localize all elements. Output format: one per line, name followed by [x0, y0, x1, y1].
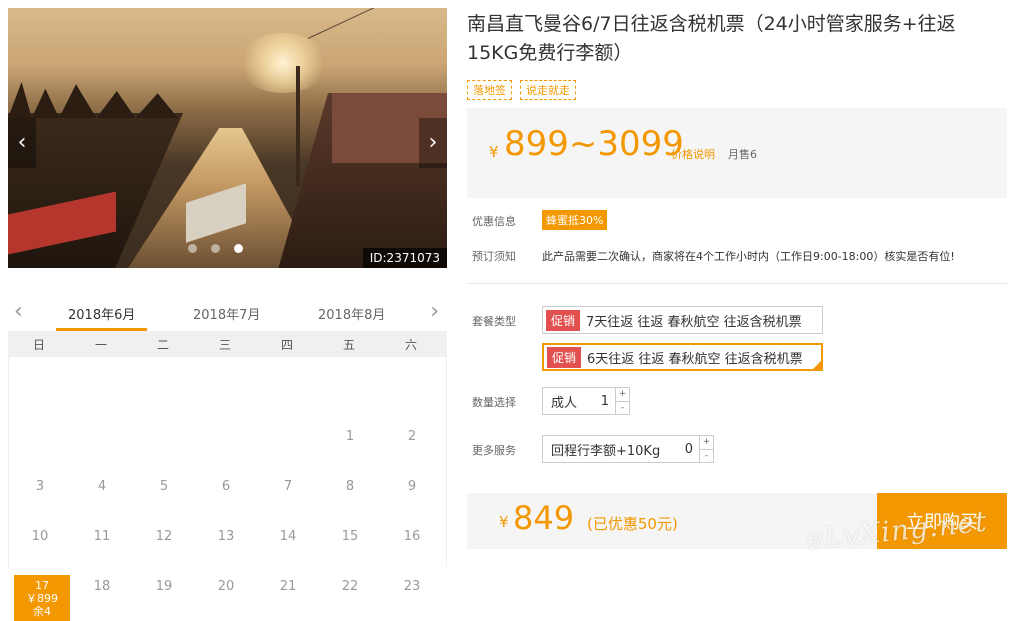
product-photo[interactable]: ‹ › ID:2371073	[8, 8, 447, 268]
service-minus-button[interactable]: -	[700, 448, 713, 463]
package-name: 7天往返 往返 春秋航空 往返含税机票	[586, 314, 802, 330]
service-value[interactable]: 0	[685, 442, 699, 457]
selected-day-stock: 余4	[33, 605, 51, 618]
notice-label: 预订须知	[472, 250, 516, 263]
total-currency: ¥	[499, 513, 509, 531]
calendar-month-tab[interactable]: 2018年8月	[318, 304, 385, 323]
quantity-item: 成人	[551, 395, 578, 411]
quantity-minus-button[interactable]: -	[616, 400, 629, 415]
services-label: 更多服务	[472, 444, 516, 457]
notice-text: 此产品需要二次确认，商家将在4个工作小时内（工作日9:00-18:00）核实是否…	[542, 250, 955, 263]
price-panel: ¥ 899~3099 价格说明 月售6	[467, 108, 1007, 198]
package-name: 6天往返 往返 春秋航空 往返含税机票	[587, 351, 803, 367]
gallery-dot[interactable]	[211, 244, 220, 253]
discount-badge: 蜂蜜抵30%	[542, 210, 608, 230]
date-calendar: ‹ 2018年6月 2018年7月 2018年8月 › 日 一 二 三 四 五 …	[8, 295, 447, 621]
calendar-day[interactable]: 6	[195, 479, 257, 494]
tag-go-now[interactable]: 说走就走	[520, 80, 576, 100]
weekday: 二	[156, 337, 169, 352]
service-item: 回程行李额+10Kg	[551, 443, 661, 459]
gallery-prev-icon[interactable]: ‹	[8, 118, 36, 168]
weekday: 五	[342, 337, 355, 352]
calendar-day[interactable]: 5	[133, 479, 195, 494]
calendar-day[interactable]: 21	[257, 579, 319, 594]
gallery-next-icon[interactable]: ›	[419, 118, 447, 168]
photo-sun	[238, 33, 328, 93]
calendar-month-tab[interactable]: 2018年7月	[193, 304, 260, 323]
active-month-indicator	[56, 328, 147, 331]
quantity-plus-button[interactable]: +	[616, 388, 629, 401]
service-buttons: + -	[699, 436, 713, 462]
calendar-header: ‹ 2018年6月 2018年7月 2018年8月 ›	[8, 295, 447, 331]
selected-day-number: 17	[35, 579, 49, 592]
calendar-prev-icon[interactable]: ‹	[14, 299, 23, 324]
photo-roofs	[8, 82, 178, 118]
calendar-day-selected[interactable]: 17 ￥899 余4	[14, 575, 70, 621]
calendar-day[interactable]: 11	[71, 529, 133, 544]
calendar-day[interactable]: 7	[257, 479, 319, 494]
weekday: 六	[404, 337, 417, 352]
calendar-day[interactable]: 22	[319, 579, 381, 594]
calendar-day[interactable]: 1	[319, 429, 381, 444]
calendar-day[interactable]: 4	[71, 479, 133, 494]
package-option[interactable]: 促销 7天往返 往返 春秋航空 往返含税机票	[542, 306, 823, 334]
selected-check-icon	[813, 361, 821, 369]
calendar-day[interactable]: 14	[257, 529, 319, 544]
weekday: 三	[218, 337, 231, 352]
photo-id: ID:2371073	[362, 248, 447, 268]
calendar-next-icon[interactable]: ›	[430, 299, 439, 324]
calendar-day[interactable]: 3	[9, 479, 71, 494]
calendar-day[interactable]: 23	[381, 579, 443, 594]
photo-pole	[296, 66, 300, 186]
photo-wire	[307, 8, 445, 39]
service-plus-button[interactable]: +	[700, 436, 713, 449]
calendar-day[interactable]: 15	[319, 529, 381, 544]
gallery-dot[interactable]	[188, 244, 197, 253]
quantity-buttons: + -	[615, 388, 629, 414]
tag-visa-on-arrival[interactable]: 落地签	[467, 80, 512, 100]
product-tags: 落地签 说走就走	[467, 80, 576, 100]
monthly-sales: 月售6	[728, 148, 757, 161]
calendar-day[interactable]: 13	[195, 529, 257, 544]
total-saved: (已优惠50元)	[587, 515, 678, 533]
section-divider	[467, 283, 1007, 284]
total-price: 849	[513, 499, 575, 537]
price-currency: ¥	[489, 143, 499, 161]
calendar-day[interactable]: 20	[195, 579, 257, 594]
quantity-label: 数量选择	[472, 396, 516, 409]
calendar-day[interactable]: 8	[319, 479, 381, 494]
price-explain-link[interactable]: 价格说明	[671, 146, 715, 162]
services-stepper: 回程行李额+10Kg 0 + -	[542, 435, 714, 463]
calendar-day[interactable]: 18	[71, 579, 133, 594]
calendar-days: 1 2 3 4 5 6 7 8 9 10 11 12 13 14 15 16 1…	[8, 357, 447, 621]
calendar-day[interactable]: 10	[9, 529, 71, 544]
quantity-value[interactable]: 1	[601, 394, 615, 409]
weekday: 一	[94, 337, 107, 352]
selected-day-price: ￥899	[26, 592, 58, 605]
calendar-day[interactable]: 16	[381, 529, 443, 544]
calendar-weekdays: 日 一 二 三 四 五 六	[8, 331, 447, 357]
package-label: 套餐类型	[472, 315, 516, 328]
gallery-dots	[188, 244, 243, 253]
calendar-day[interactable]: 19	[133, 579, 195, 594]
price-range: 899~3099	[504, 124, 684, 164]
quantity-stepper: 成人 1 + -	[542, 387, 630, 415]
weekday: 日	[32, 337, 45, 352]
product-title: 南昌直飞曼谷6/7日往返含税机票（24小时管家服务+往返15KG免费行李额）	[467, 13, 956, 64]
calendar-day[interactable]: 2	[381, 429, 443, 444]
promo-badge: 促销	[547, 346, 582, 368]
package-option-selected[interactable]: 促销 6天往返 往返 春秋航空 往返含税机票	[542, 343, 823, 371]
gallery-dot-active[interactable]	[234, 244, 243, 253]
calendar-day[interactable]: 9	[381, 479, 443, 494]
weekday: 四	[280, 337, 293, 352]
discount-label: 优惠信息	[472, 215, 516, 228]
promo-badge: 促销	[546, 309, 581, 331]
calendar-day[interactable]: 12	[133, 529, 195, 544]
calendar-month-tab[interactable]: 2018年6月	[68, 304, 135, 323]
